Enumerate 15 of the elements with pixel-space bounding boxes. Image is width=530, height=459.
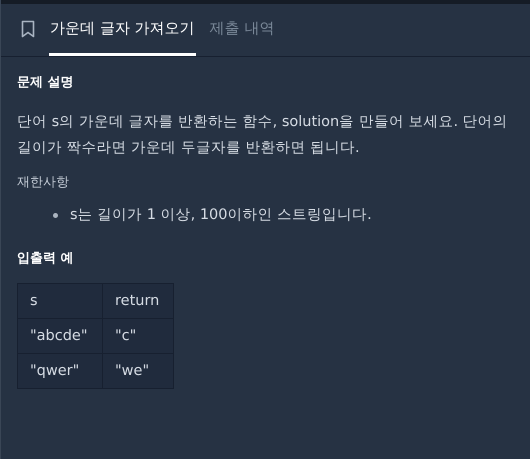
table-cell: "we"	[102, 354, 174, 388]
section-heading: 입출력 예	[17, 250, 75, 267]
bullet-icon	[53, 212, 58, 218]
section-heading: 문제 설명	[17, 74, 75, 91]
bookmark-icon[interactable]	[21, 20, 35, 38]
problem-description: 단어 s의 가운데 글자를 반환하는 함수, solution을 만들어 보세요. 단어의 길이가 짝수라면 가운데 두글자를 반환하면 됩니다.	[17, 113, 509, 158]
section-heading: 재한사항	[17, 174, 70, 191]
table-cell: "qwer"	[18, 354, 102, 388]
tab[interactable]: 가운데 글자 가져오기	[49, 4, 196, 56]
constraint-text: s는 길이가 1 이상, 100이하인 스트링입니다.	[70, 206, 372, 225]
table-header-cell: s	[18, 284, 102, 318]
table-cell: "c"	[102, 318, 174, 354]
tab[interactable]: 제출 내역	[208, 4, 276, 56]
table-header-cell: return	[102, 284, 174, 318]
table-cell: "abcde"	[18, 318, 102, 354]
